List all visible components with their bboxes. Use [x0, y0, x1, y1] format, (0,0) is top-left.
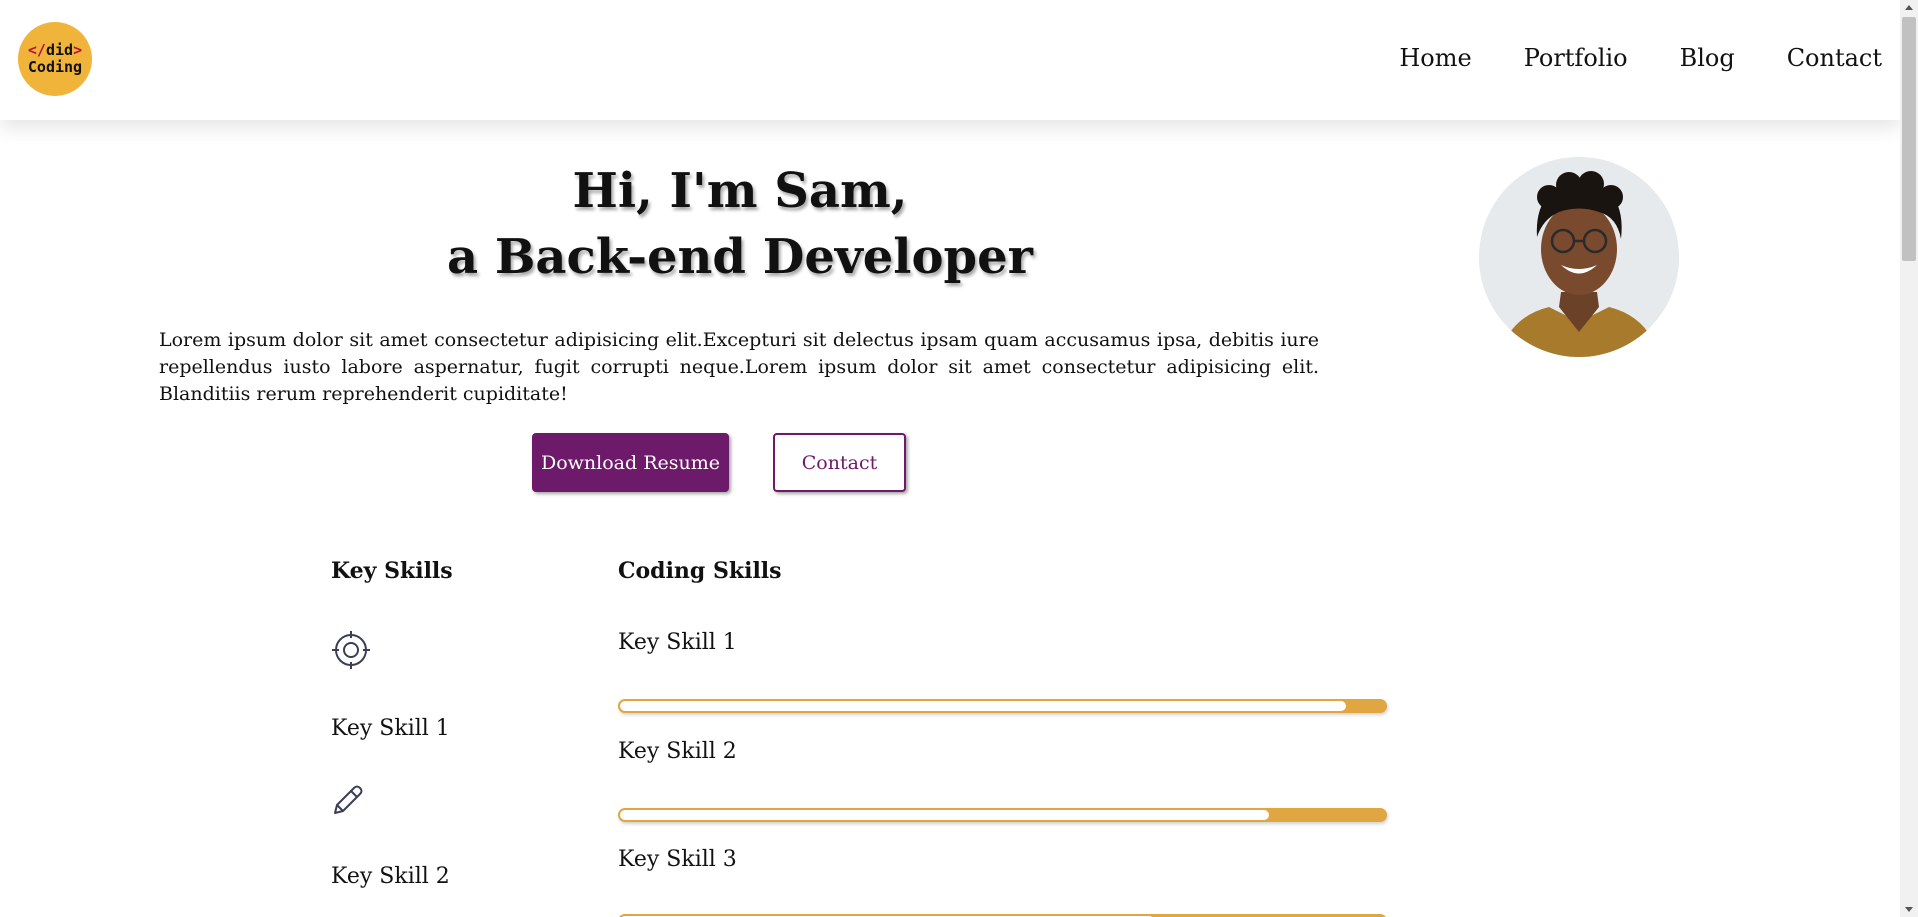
profile-photo: [1479, 157, 1679, 357]
target-icon: [331, 630, 371, 674]
coding-skill-1-label: Key Skill 1: [618, 630, 737, 655]
contact-button[interactable]: Contact: [773, 433, 906, 492]
hero-intro-text: Lorem ipsum dolor sit amet consectetur a…: [159, 329, 1319, 405]
logo-word-did: did: [45, 41, 74, 59]
coding-skill-2-progress-remainder: [619, 809, 1271, 821]
logo-close-tag: >: [73, 41, 83, 59]
scrollbar-thumb[interactable]: [1902, 17, 1916, 261]
pencil-icon: [331, 783, 365, 821]
coding-skill-1-progress-bar: [618, 699, 1387, 713]
profile-photo-illustration: [1479, 157, 1679, 357]
coding-skill-2-progress-bar: [618, 808, 1387, 822]
logo-word-coding: Coding: [27, 58, 83, 76]
nav-blog-link[interactable]: Blog: [1680, 44, 1735, 72]
nav-portfolio-link[interactable]: Portfolio: [1524, 44, 1628, 72]
coding-skill-1-progress-remainder: [619, 700, 1347, 712]
nav-contact-link[interactable]: Contact: [1787, 44, 1882, 72]
key-skills-heading: Key Skills: [331, 558, 453, 584]
coding-skill-2-label: Key Skill 2: [618, 739, 737, 764]
download-resume-button[interactable]: Download Resume: [532, 433, 729, 492]
coding-skills-heading: Coding Skills: [618, 558, 782, 584]
scroll-up-arrow-icon[interactable]: [1905, 5, 1913, 10]
hero-title-line-1: Hi, I'm Sam,: [572, 163, 908, 219]
logo-line-1: </did>: [28, 42, 82, 59]
site-logo[interactable]: </did> Coding: [18, 22, 92, 96]
key-skill-2-label: Key Skill 2: [331, 864, 450, 889]
scroll-down-arrow-icon[interactable]: [1905, 907, 1913, 912]
coding-skill-3-label: Key Skill 3: [618, 847, 737, 872]
logo-open-tag: </: [27, 41, 46, 59]
page-scrollbar[interactable]: [1900, 0, 1918, 917]
main-nav: Home Portfolio Blog Contact: [1399, 44, 1882, 72]
nav-home-link[interactable]: Home: [1399, 44, 1471, 72]
key-skill-1-label: Key Skill 1: [331, 716, 450, 741]
hero-title: Hi, I'm Sam, a Back-end Developer: [160, 158, 1320, 290]
site-header: </did> Coding Home Portfolio Blog Contac…: [0, 0, 1900, 120]
page: </did> Coding Home Portfolio Blog Contac…: [0, 0, 1900, 917]
hero-title-line-2: a Back-end Developer: [447, 229, 1033, 285]
